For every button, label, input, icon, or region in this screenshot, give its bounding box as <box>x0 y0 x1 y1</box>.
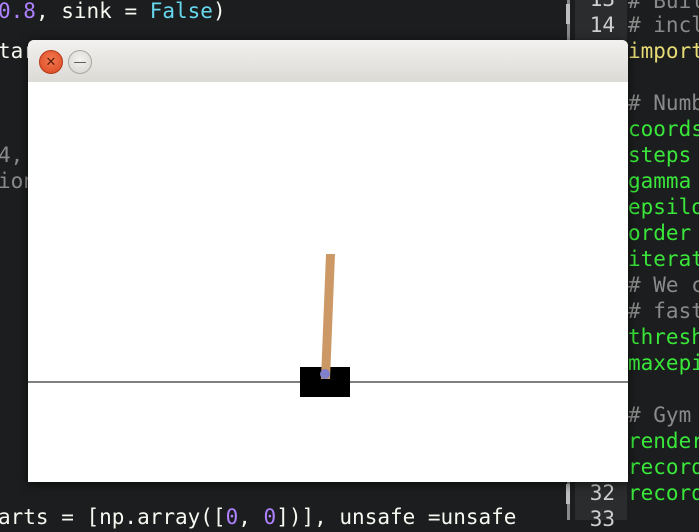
code-token: , <box>238 505 264 529</box>
minimize-icon: — <box>73 54 87 70</box>
code-line: 4, <box>0 142 23 168</box>
code-token: 4, <box>0 143 24 167</box>
change-marker <box>566 4 570 24</box>
code-line: iterat <box>628 247 699 271</box>
code-line: # Gym <box>628 403 692 427</box>
code-token: 0.8 <box>0 0 36 23</box>
code-line: record <box>628 455 699 479</box>
line-number: 14 <box>589 13 615 37</box>
minimize-button[interactable]: — <box>68 50 92 74</box>
pole <box>321 254 335 379</box>
code-token: 0 <box>263 505 277 529</box>
code-line: # Numb <box>628 91 699 115</box>
code-line: thresh <box>628 325 699 349</box>
window-titlebar[interactable]: ✕ — <box>28 40 628 83</box>
code-token: ) <box>212 0 226 23</box>
code-line: steps <box>628 143 692 167</box>
line-number: 32 <box>589 481 615 505</box>
line-number: 33 <box>589 507 615 531</box>
code-line: maxepi <box>628 351 699 375</box>
code-line: epsilo <box>628 195 699 219</box>
code-line: record <box>628 481 699 505</box>
code-token: 0 <box>225 505 239 529</box>
code-token: arts = [np.array([ <box>0 505 226 529</box>
cartpole-canvas <box>28 82 628 482</box>
render-window[interactable]: ✕ — <box>28 40 628 482</box>
cartpole-scene <box>28 254 628 397</box>
code-line: # We c <box>628 273 699 297</box>
code-line: # fast <box>628 299 699 323</box>
change-marker <box>566 484 570 504</box>
code-line: # incl <box>628 13 699 37</box>
code-line: render <box>628 429 699 453</box>
code-token: ])], unsafe =unsafe <box>276 505 517 529</box>
code-line: arts = [np.array([0, 0])], unsafe =unsaf… <box>0 504 516 530</box>
axle <box>320 369 330 379</box>
line-number: 13 <box>571 0 615 12</box>
code-line: 0.8, sink = False) <box>0 0 226 24</box>
code-line: gamma <box>628 169 692 193</box>
code-token: False <box>149 0 213 23</box>
code-line: coords <box>628 117 699 141</box>
code-line: order <box>628 221 692 245</box>
close-button[interactable]: ✕ <box>39 50 63 74</box>
code-token: , sink = <box>35 0 150 23</box>
close-icon: ✕ <box>45 54 57 70</box>
code-line: import <box>628 39 699 63</box>
